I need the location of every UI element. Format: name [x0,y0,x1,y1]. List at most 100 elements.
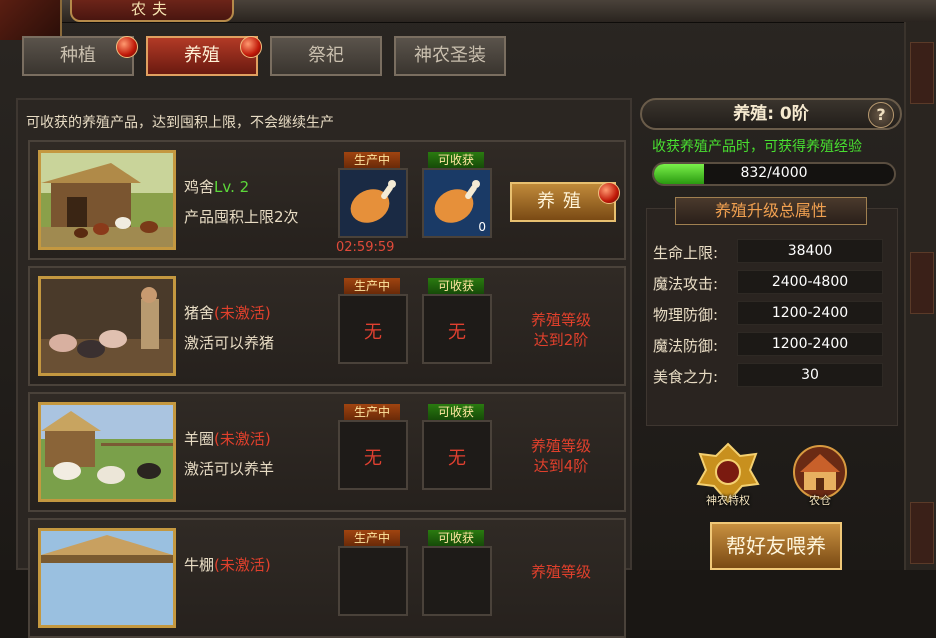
tab-label: 神农圣装 [414,45,486,66]
attribute-key: 魔法防御: [653,337,719,355]
xp-progress-bar: 832/4000 [652,162,896,186]
attribute-header: 养殖升级总属性 [675,197,867,225]
farm-description: 激活可以养猪 [184,334,275,352]
inactive-tag: (未激活) [214,430,271,448]
harvestable-label: 可收获 [428,404,484,420]
side-tab[interactable] [910,252,934,314]
farm-title: 羊圈 [184,430,215,448]
level-title-text: 养殖: 0阶 [733,104,809,124]
sheep-pen-image [38,402,176,502]
harvest-slot [422,546,492,616]
farm-name: 猪舍(未激活) [184,302,271,323]
farm-row-chicken: 鸡舍Lv. 2 产品囤积上限2次 生产中 可收获 0 02:59:59 养殖 [28,140,626,260]
farm-name: 牛棚(未激活) [184,554,271,575]
notification-dot-icon [116,36,138,58]
help-friend-feed-button[interactable]: 帮好友喂养 [710,522,842,570]
inactive-tag: (未激活) [214,556,271,574]
producing-label: 生产中 [344,152,400,168]
farm-list-panel: 可收获的养殖产品，达到囤积上限，不会继续生产 鸡舍Lv. 2 产品囤积上限2次 … [16,98,632,638]
harvestable-label: 可收获 [428,278,484,294]
granary-button[interactable]: 农仓 [786,442,854,507]
empty-text: 无 [364,322,382,343]
producing-slot: 无 [338,420,408,490]
attribute-row: 生命上限: 38400 [653,239,893,263]
help-icon[interactable]: ? [868,102,894,128]
attribute-row: 魔法攻击: 2400-4800 [653,270,893,294]
farm-title: 牛棚 [184,556,215,574]
breeding-level-title: 养殖: 0阶 ? [640,98,902,130]
producing-slot [338,546,408,616]
farm-description: 激活可以养羊 [184,460,275,478]
farm-description: 产品囤积上限2次 [184,208,299,226]
attribute-key: 生命上限: [653,244,719,262]
attribute-value: 1200-2400 [737,332,883,356]
badge-label: 神农特权 [706,494,750,507]
harvest-count: 0 [478,220,486,234]
tab-sacrifice[interactable]: 祭祀 [270,36,382,76]
xp-hint: 收获养殖产品时，可获得养殖经验 [652,139,862,155]
side-tab[interactable] [910,42,934,104]
producing-slot: 无 [338,294,408,364]
game-window: 农夫 种植 养殖 祭祀 神农圣装 可收获的养殖产品，达到囤积上限，不会继续生产 [0,0,936,638]
attribute-box: 养殖升级总属性 生命上限: 38400 魔法攻击: 2400-4800 物理防御… [646,197,898,426]
requirement-line: 养殖等级 [530,311,591,329]
cow-shed-image [38,528,176,628]
attribute-key: 物理防御: [653,306,719,324]
storage-notice: 可收获的养殖产品，达到囤积上限，不会继续生产 [26,115,334,131]
harvest-slot: 无 [422,420,492,490]
empty-text: 无 [448,448,466,469]
requirement-line: 养殖等级 [530,563,591,581]
inactive-tag: (未激活) [214,304,271,322]
producing-label: 生产中 [344,278,400,294]
farm-row-cow: 牛棚(未激活) 生产中 可收获 养殖等级 [28,518,626,638]
farm-name: 鸡舍Lv. 2 [184,176,249,197]
harvestable-label: 可收获 [428,530,484,546]
producing-slot[interactable] [338,168,408,238]
chicken-coop-image [38,150,176,250]
farm-level: Lv. 2 [214,178,250,196]
production-timer: 02:59:59 [336,240,395,255]
harvestable-label: 可收获 [428,152,484,168]
tab-planting[interactable]: 种植 [22,36,138,76]
requirement-line: 养殖等级 [530,437,591,455]
notification-dot-icon [240,36,262,58]
attribute-row: 物理防御: 1200-2400 [653,301,893,325]
attribute-row: 美食之力: 30 [653,363,893,387]
attribute-value: 1200-2400 [737,301,883,325]
producing-label: 生产中 [344,404,400,420]
unlock-requirement: 养殖等级 [506,562,616,582]
pig-pen-image [38,276,176,376]
right-side-strip [904,22,936,570]
tab-shennong-equipment[interactable]: 神农圣装 [394,36,506,76]
tab-bar: 种植 养殖 祭祀 神农圣装 [16,30,906,86]
attribute-row: 魔法防御: 1200-2400 [653,332,893,356]
window-title-plate: 农夫 [70,0,234,22]
tab-label: 种植 [60,45,96,66]
tab-label: 祭祀 [308,45,344,66]
breeding-level-panel: 养殖: 0阶 ? 收获养殖产品时，可获得养殖经验 832/4000 养殖升级总属… [640,98,908,570]
farm-row-sheep: 羊圈(未激活) 激活可以养羊 生产中 无 可收获 无 养殖等级 达到4阶 [28,392,626,512]
unlock-requirement: 养殖等级 达到4阶 [506,436,616,476]
drumstick-icon [340,170,406,236]
attribute-key: 美食之力: [653,368,719,386]
window-title: 农夫 [130,0,173,18]
farm-title: 鸡舍 [184,178,215,196]
empty-text: 无 [364,448,382,469]
empty-text: 无 [448,322,466,343]
producing-label: 生产中 [344,530,400,546]
side-tab[interactable] [910,502,934,564]
tab-breeding[interactable]: 养殖 [146,36,262,76]
badge-label: 农仓 [809,494,831,507]
farm-name: 羊圈(未激活) [184,428,271,449]
harvest-slot[interactable]: 0 [422,168,492,238]
shennong-privilege-button[interactable]: 神农特权 [694,442,762,507]
breed-button-label: 养殖 [537,191,589,212]
harvest-slot: 无 [422,294,492,364]
requirement-line: 达到4阶 [533,457,589,475]
tab-label: 养殖 [184,45,220,66]
notification-dot-icon [598,182,620,204]
breed-button[interactable]: 养殖 [510,182,620,222]
farm-title: 猪舍 [184,304,215,322]
attribute-key: 魔法攻击: [653,275,719,293]
requirement-line: 达到2阶 [533,331,589,349]
